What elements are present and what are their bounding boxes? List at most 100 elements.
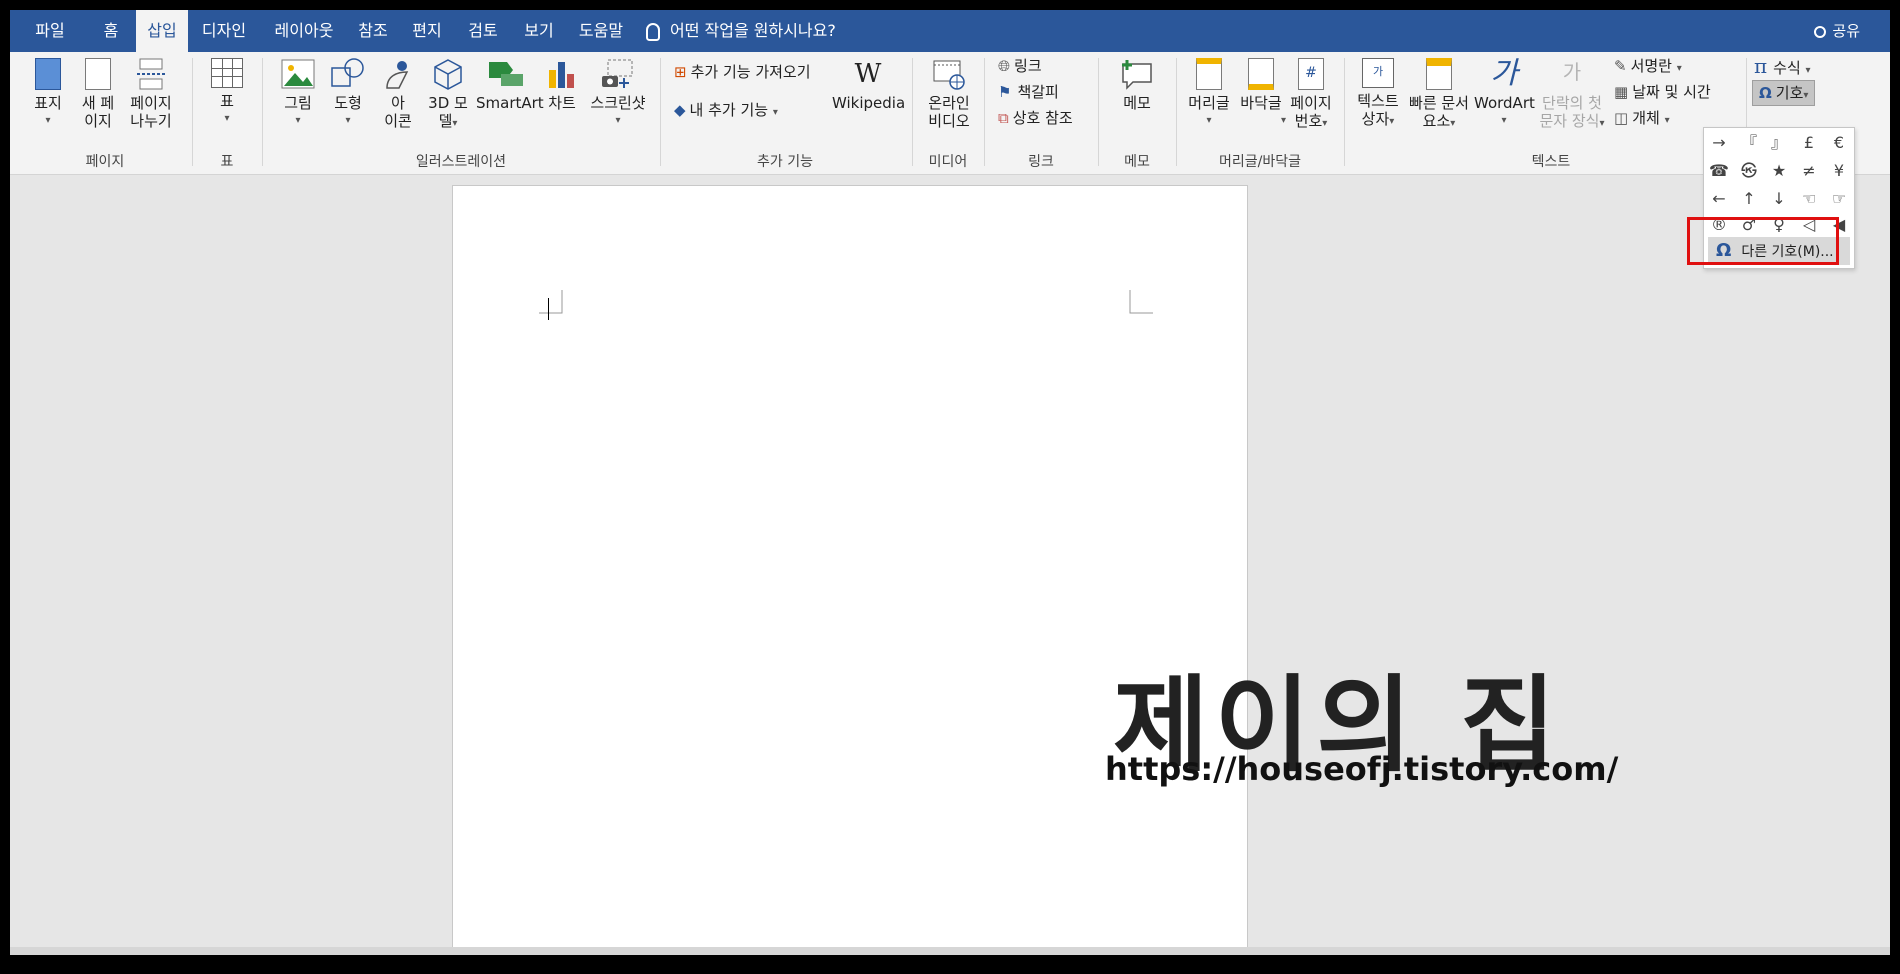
get-addins-button[interactable]: ⊞ 추가 기능 가져오기 [674, 60, 811, 84]
table-icon [211, 58, 243, 88]
group-label-addins: 추가 기능 [757, 154, 813, 170]
my-addins-label: 내 추가 기능 [689, 101, 769, 119]
ribbon-tab-bar: 파일 홈 삽입 디자인 레이아웃 참조 편지 검토 보기 도움말 어떤 작업을 … [10, 10, 1890, 52]
wordart-icon: 가 [1490, 56, 1518, 91]
tab-mailings[interactable]: 편지 [402, 10, 452, 52]
comment-button[interactable]: 메모 [1114, 58, 1160, 112]
tab-home[interactable]: 홈 [88, 10, 134, 52]
3d-models-label-2: 델 [438, 112, 453, 130]
cross-reference-button[interactable]: ⧉ 상호 참조 [998, 106, 1073, 130]
tab-file[interactable]: 파일 [20, 10, 80, 52]
shapes-button[interactable]: 도형 ▾ [326, 58, 370, 130]
blank-page-label-1: 새 페 [81, 94, 115, 112]
smartart-label: SmartArt [476, 94, 544, 112]
screenshot-button[interactable]: 스크린샷 ▾ [586, 58, 650, 130]
comment-label: 메모 [1123, 94, 1151, 112]
footer-icon [1248, 58, 1274, 90]
online-video-button[interactable]: 온라인 비디오 [922, 58, 976, 130]
person-icon [1814, 25, 1827, 38]
text-box-label-1: 텍스트 [1357, 92, 1399, 110]
group-label-pages: 페이지 [85, 154, 125, 170]
blank-page-icon [85, 58, 111, 90]
icons-label-1: 아 [391, 94, 405, 112]
group-label-illustrations: 일러스트레이션 [415, 154, 507, 170]
cover-page-icon [35, 58, 61, 90]
wikipedia-label: Wikipedia [832, 94, 906, 112]
symbol-cell[interactable]: ★ [1764, 156, 1794, 186]
bookmark-button[interactable]: ⚑ 책갈피 [998, 80, 1059, 104]
smartart-button[interactable]: SmartArt [476, 58, 544, 112]
symbol-cell[interactable]: ≠ [1794, 156, 1824, 186]
text-box-icon: 가 [1362, 58, 1394, 88]
wordart-button[interactable]: 가 WordArt ▾ [1474, 56, 1535, 130]
ribbon-insert: 표지 ▾ 새 페 이지 페이지 나누기 페이지 표 ▾ 표 그림 ▾ 도형 ▾ … [10, 52, 1890, 175]
header-label: 머리글 [1188, 94, 1230, 112]
page-break-label-1: 페이지 [130, 94, 172, 112]
page-break-button[interactable]: 페이지 나누기 [124, 58, 178, 130]
my-addins-button[interactable]: ◆ 내 추가 기능 ▾ [674, 98, 778, 122]
text-box-button[interactable]: 가 텍스트 상자▾ [1354, 58, 1402, 131]
globe-link-icon: 🌐︎ [998, 57, 1011, 75]
blank-page-button[interactable]: 새 페 이지 [76, 58, 120, 130]
group-label-links: 링크 [1028, 154, 1054, 170]
tell-me-text: 어떤 작업을 원하시나요? [670, 21, 836, 40]
tell-me-search[interactable]: 어떤 작업을 원하시나요? [646, 10, 836, 52]
object-button[interactable]: ◫ 개체 ▾ [1614, 106, 1670, 130]
shapes-label: 도형 [334, 94, 362, 112]
symbol-cell[interactable]: 『 [1734, 128, 1764, 158]
status-bar-strip [10, 947, 1890, 955]
icons-button[interactable]: 아 이콘 [376, 58, 420, 130]
drop-cap-button[interactable]: 가 단락의 첫 문자 장식▾ [1536, 58, 1608, 133]
symbol-cell[interactable]: 』 [1764, 128, 1794, 158]
cover-page-button[interactable]: 표지 ▾ [28, 58, 68, 130]
symbol-cell[interactable]: ☎ [1704, 156, 1734, 186]
page-number-button[interactable]: # 페이지 번호▾ [1286, 58, 1336, 133]
tab-references[interactable]: 참조 [350, 10, 396, 52]
page-number-label-2: 번호 [1294, 112, 1323, 130]
tab-design[interactable]: 디자인 [194, 10, 254, 52]
online-video-label-2: 비디오 [928, 112, 970, 130]
signature-line-button[interactable]: ✎ 서명란 ▾ [1614, 54, 1682, 78]
document-page[interactable] [452, 185, 1248, 955]
tab-layout[interactable]: 레이아웃 [264, 10, 344, 52]
tab-help[interactable]: 도움말 [568, 10, 634, 52]
footer-button[interactable]: 바닥글 ▾ [1236, 58, 1286, 130]
3d-models-label-1: 3D 모 [428, 94, 468, 112]
symbol-cell[interactable]: ㉿ [1734, 156, 1764, 186]
table-button[interactable]: 표 ▾ [206, 58, 248, 128]
symbol-cell[interactable]: £ [1794, 128, 1824, 158]
tab-insert[interactable]: 삽입 [136, 10, 188, 52]
share-label: 공유 [1832, 22, 1860, 40]
3d-models-button[interactable]: 3D 모 델▾ [424, 58, 472, 133]
symbol-button[interactable]: Ω 기호▾ [1752, 80, 1816, 106]
header-icon [1196, 58, 1222, 90]
symbol-cell[interactable]: € [1824, 128, 1854, 158]
date-time-label: 날짜 및 시간 [1632, 83, 1711, 101]
tab-review[interactable]: 검토 [458, 10, 508, 52]
group-label-media: 미디어 [928, 154, 968, 170]
group-label-comments: 메모 [1124, 154, 1150, 170]
object-label: 개체 [1632, 109, 1660, 127]
cross-reference-label: 상호 참조 [1012, 109, 1073, 127]
picture-button[interactable]: 그림 ▾ [276, 58, 320, 130]
symbol-cell[interactable]: ¥ [1824, 156, 1854, 186]
quick-parts-label-2: 요소 [1422, 112, 1451, 130]
share-button[interactable]: 공유 [1814, 10, 1860, 52]
tab-view[interactable]: 보기 [514, 10, 564, 52]
picture-icon [281, 58, 315, 90]
page-number-label-1: 페이지 [1290, 94, 1332, 112]
quick-parts-button[interactable]: 빠른 문서 요소▾ [1404, 58, 1474, 133]
symbol-cell[interactable]: → [1704, 128, 1734, 158]
chart-button[interactable]: 차트 [542, 58, 582, 112]
header-button[interactable]: 머리글 ▾ [1184, 58, 1234, 130]
equation-button[interactable]: π 수식 ▾ [1754, 54, 1811, 78]
object-icon: ◫ [1614, 109, 1629, 127]
omega-icon: Ω [1759, 84, 1772, 102]
date-time-button[interactable]: ▦ 날짜 및 시간 [1614, 80, 1711, 104]
blank-page-label-2: 이지 [84, 112, 112, 130]
comment-icon [1119, 58, 1155, 90]
wikipedia-button[interactable]: W Wikipedia [832, 58, 906, 112]
equation-label: 수식 [1773, 59, 1801, 77]
cover-page-label: 표지 [34, 94, 62, 112]
link-button[interactable]: 🌐︎ 링크 [998, 54, 1042, 78]
